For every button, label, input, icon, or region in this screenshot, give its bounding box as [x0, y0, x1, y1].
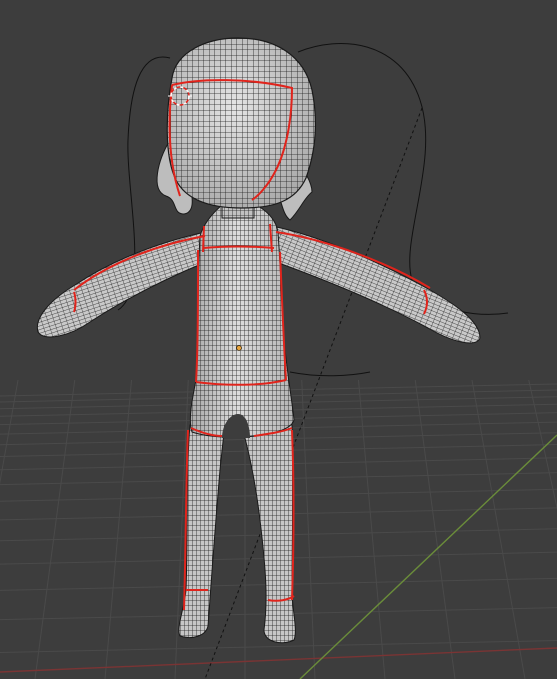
x-axis-line [0, 647, 557, 673]
grid-line [357, 379, 386, 679]
grid-line [301, 379, 316, 679]
grid-line [104, 379, 133, 679]
object-origin-dot[interactable] [236, 345, 242, 351]
3d-viewport[interactable] [0, 0, 557, 679]
grid-line [34, 379, 76, 679]
curve-lower[interactable] [289, 371, 371, 377]
viewport-canvas[interactable] [0, 0, 557, 679]
character-mesh[interactable] [36, 37, 481, 644]
